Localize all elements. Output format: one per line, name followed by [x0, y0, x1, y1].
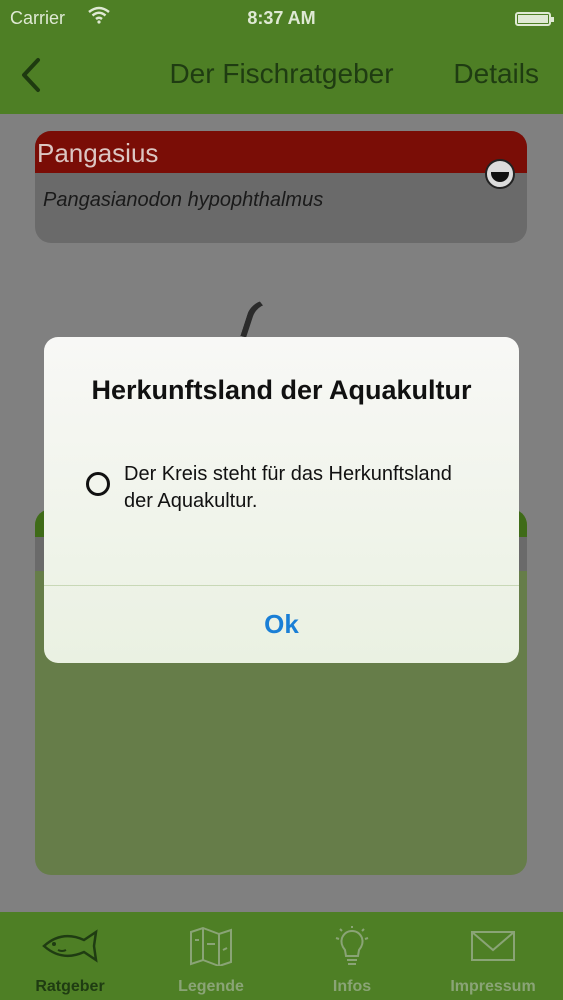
ok-button[interactable]: Ok: [44, 586, 519, 663]
tab-ratgeber[interactable]: Ratgeber: [0, 912, 140, 1000]
tab-legende[interactable]: Legende: [141, 912, 281, 1000]
tab-bar: Ratgeber Legende Infos Impressum: [0, 912, 563, 1000]
fish-name: Pangasius: [35, 131, 527, 173]
fish-card: Pangasius Pangasianodon hypophthalmus: [35, 131, 527, 243]
lightbulb-icon: [282, 926, 422, 966]
tab-label: Legende: [178, 978, 244, 995]
alert-dialog: Herkunftsland der Aquakultur Der Kreis s…: [44, 337, 519, 663]
tab-impressum[interactable]: Impressum: [423, 912, 563, 1000]
tab-label: Ratgeber: [35, 978, 105, 995]
map-icon: [141, 926, 281, 968]
tab-label: Impressum: [450, 978, 536, 995]
alert-title: Herkunftsland der Aquakultur: [91, 375, 472, 405]
dish-icon: [485, 159, 515, 189]
envelope-icon: [423, 926, 563, 966]
status-time: 8:37 AM: [247, 8, 316, 28]
tab-infos[interactable]: Infos: [282, 912, 422, 1000]
circle-icon: [86, 472, 110, 496]
alert-message: Der Kreis steht für das Herkunftsland de…: [124, 463, 452, 512]
fish-latin-name: Pangasianodon hypophthalmus: [43, 189, 324, 211]
tab-label: Infos: [332, 978, 372, 995]
navigation-bar: Der Fischratgeber Details: [0, 38, 563, 114]
status-bar: Carrier 8:37 AM: [0, 0, 563, 38]
fish-icon: [0, 926, 140, 966]
battery-icon: [515, 12, 554, 26]
details-button[interactable]: Details: [453, 58, 539, 90]
